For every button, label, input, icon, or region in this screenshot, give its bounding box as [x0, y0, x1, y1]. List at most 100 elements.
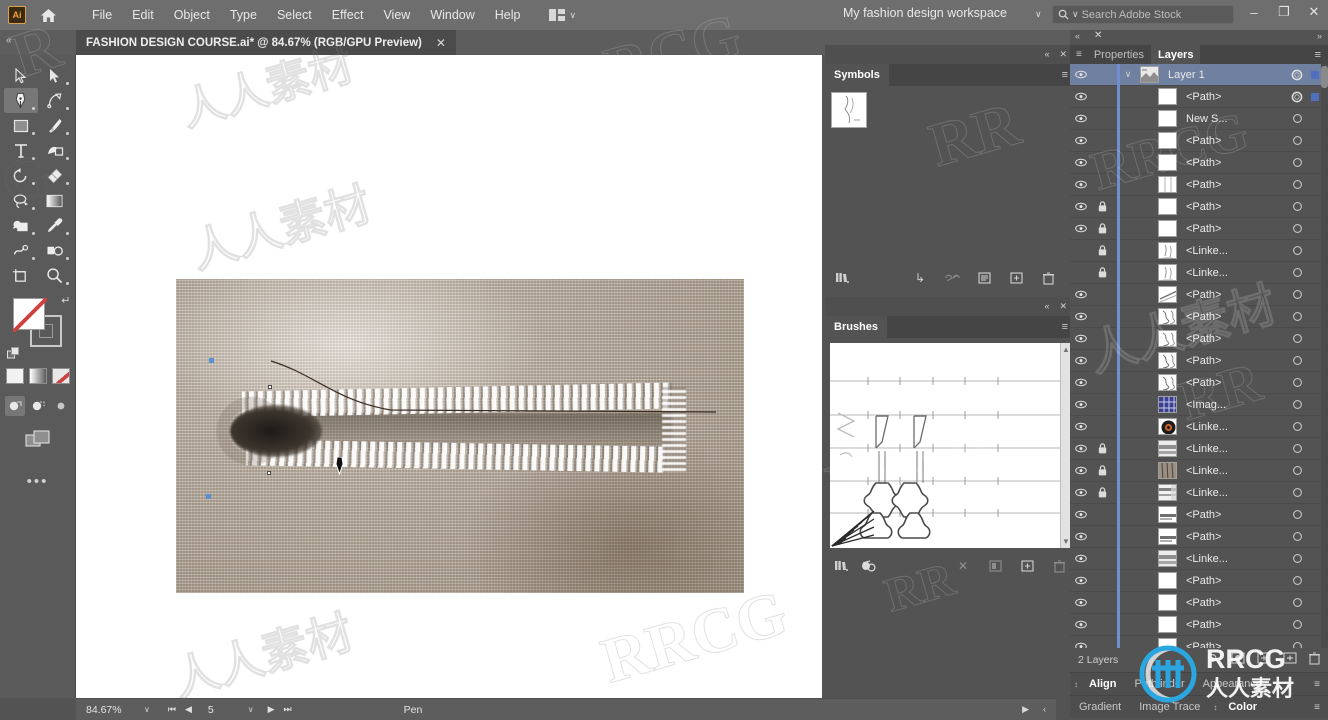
selection-indicator[interactable]	[1308, 70, 1322, 79]
visibility-toggle-icon[interactable]	[1070, 114, 1092, 123]
new-brush-icon[interactable]	[1017, 555, 1037, 577]
place-symbol-instance-icon[interactable]: ↳	[909, 267, 931, 289]
symbols-panel[interactable]: « ✕ Symbols ≡ ↳	[825, 45, 1075, 292]
visibility-toggle-icon[interactable]	[1070, 180, 1092, 189]
layer-name[interactable]: <Path>	[1186, 575, 1221, 587]
panel-menu-icon[interactable]: ≡	[1314, 679, 1320, 689]
layer-name[interactable]: <Path>	[1186, 333, 1221, 345]
target-indicator-icon[interactable]	[1286, 69, 1308, 81]
eyedropper-tool[interactable]	[38, 213, 72, 238]
direct-selection-tool[interactable]	[38, 63, 72, 88]
selection-tool[interactable]	[4, 63, 38, 88]
target-indicator-icon[interactable]	[1286, 223, 1308, 234]
brushes-preview-area[interactable]: ▲ ▼	[830, 343, 1070, 548]
path-anchor-point[interactable]	[267, 471, 271, 475]
locate-object-icon[interactable]	[1206, 652, 1219, 668]
target-indicator-icon[interactable]	[1286, 157, 1308, 168]
symbol-options-icon[interactable]	[973, 267, 995, 289]
layer-name[interactable]: <Path>	[1186, 355, 1221, 367]
target-indicator-icon[interactable]	[1286, 641, 1308, 648]
target-indicator-icon[interactable]	[1286, 355, 1308, 366]
search-input-placeholder[interactable]: Search Adobe Stock	[1082, 9, 1182, 21]
tab-properties[interactable]: Properties	[1087, 45, 1151, 64]
minimize-button[interactable]: –	[1246, 5, 1262, 20]
sublayer-row[interactable]: <Path>	[1070, 614, 1328, 636]
document-canvas[interactable]	[76, 55, 822, 698]
delete-symbol-icon[interactable]	[1037, 267, 1059, 289]
visibility-toggle-icon[interactable]	[1070, 598, 1092, 607]
visibility-toggle-icon[interactable]	[1070, 136, 1092, 145]
default-fill-stroke-icon[interactable]	[6, 347, 20, 360]
visibility-toggle-icon[interactable]	[1070, 642, 1092, 648]
artwork-photo[interactable]	[176, 279, 744, 593]
tab-brushes[interactable]: Brushes	[825, 316, 888, 338]
sublayer-row[interactable]: <Linke...	[1070, 262, 1328, 284]
tab-align[interactable]: Align	[1080, 678, 1126, 690]
target-indicator-icon[interactable]	[1286, 619, 1308, 630]
target-indicator-icon[interactable]	[1286, 597, 1308, 608]
visibility-toggle-icon[interactable]	[1070, 466, 1092, 475]
layer-name[interactable]: <Path>	[1186, 641, 1221, 649]
target-indicator-icon[interactable]	[1286, 531, 1308, 542]
eraser-tool[interactable]	[38, 163, 72, 188]
menu-effect[interactable]: Effect	[322, 4, 374, 26]
layers-list[interactable]: ∨ Layer 1 <Path> New S... <Path> <Path> <Path>…	[1070, 64, 1328, 648]
expand-icon[interactable]: »	[1317, 31, 1322, 41]
layer-name[interactable]: <Path>	[1186, 531, 1221, 543]
sublayer-row[interactable]: <Path>	[1070, 504, 1328, 526]
visibility-toggle-icon[interactable]	[1070, 356, 1092, 365]
visibility-toggle-icon[interactable]	[1070, 224, 1092, 233]
sublayer-row[interactable]: <Path>	[1070, 636, 1328, 648]
symbol-libraries-icon[interactable]	[831, 267, 853, 289]
layer-name[interactable]: <Path>	[1186, 135, 1221, 147]
layer-name[interactable]: <Linke...	[1186, 553, 1228, 565]
sublayer-row[interactable]: <Path>	[1070, 86, 1328, 108]
first-artboard-button[interactable]: ⏮	[168, 704, 176, 715]
draw-behind-button[interactable]	[28, 396, 48, 416]
collapse-panels-icon[interactable]: «	[6, 35, 12, 46]
last-artboard-button[interactable]: ⏭	[284, 704, 292, 715]
menu-view[interactable]: View	[373, 4, 420, 26]
sublayer-row[interactable]: <Imag...	[1070, 394, 1328, 416]
lock-toggle-icon[interactable]	[1092, 267, 1112, 278]
sublayer-row[interactable]: <Path>	[1070, 350, 1328, 372]
layer-name[interactable]: <Path>	[1186, 289, 1221, 301]
visibility-toggle-icon[interactable]	[1070, 158, 1092, 167]
lock-toggle-icon[interactable]	[1092, 201, 1112, 212]
artboard-tool[interactable]	[4, 263, 38, 288]
target-indicator-icon[interactable]	[1286, 553, 1308, 564]
visibility-toggle-icon[interactable]	[1070, 532, 1092, 541]
visibility-toggle-icon[interactable]	[1070, 422, 1092, 431]
visibility-toggle-icon[interactable]	[1070, 576, 1092, 585]
color-swatch-button[interactable]	[5, 368, 24, 384]
layer-name[interactable]: <Path>	[1186, 91, 1221, 103]
menu-edit[interactable]: Edit	[122, 4, 164, 26]
draw-inside-button[interactable]	[51, 396, 71, 416]
sublayer-row[interactable]: <Path>	[1070, 218, 1328, 240]
layers-scrollbar[interactable]	[1321, 64, 1328, 648]
document-tab[interactable]: FASHION DESIGN COURSE.ai* @ 84.67% (RGB/…	[76, 30, 456, 55]
scroll-more-button[interactable]: ‹	[1043, 704, 1046, 715]
home-icon[interactable]	[38, 5, 58, 25]
lasso-tool[interactable]	[4, 188, 38, 213]
symbols-list[interactable]	[825, 86, 1075, 264]
artboard-number-field[interactable]: 5	[208, 704, 214, 716]
layers-scrollbar-thumb[interactable]	[1321, 66, 1328, 88]
sublayer-row[interactable]: <Linke...	[1070, 482, 1328, 504]
target-indicator-icon[interactable]	[1286, 267, 1308, 278]
menu-type[interactable]: Type	[220, 4, 267, 26]
visibility-toggle-icon[interactable]	[1070, 488, 1092, 497]
target-indicator-icon[interactable]	[1286, 113, 1308, 124]
target-indicator-icon[interactable]	[1286, 289, 1308, 300]
target-indicator-icon[interactable]	[1286, 575, 1308, 586]
visibility-toggle-icon[interactable]	[1070, 510, 1092, 519]
path-anchor-point[interactable]	[209, 358, 214, 363]
target-indicator-icon[interactable]	[1286, 91, 1308, 103]
lock-toggle-icon[interactable]	[1092, 245, 1112, 256]
visibility-toggle-icon[interactable]	[1070, 620, 1092, 629]
visibility-toggle-icon[interactable]	[1070, 70, 1092, 79]
target-indicator-icon[interactable]	[1286, 399, 1308, 410]
menu-object[interactable]: Object	[164, 4, 220, 26]
drag-grip-icon[interactable]: ↕	[1213, 703, 1217, 712]
layer-name[interactable]: <Linke...	[1186, 267, 1228, 279]
